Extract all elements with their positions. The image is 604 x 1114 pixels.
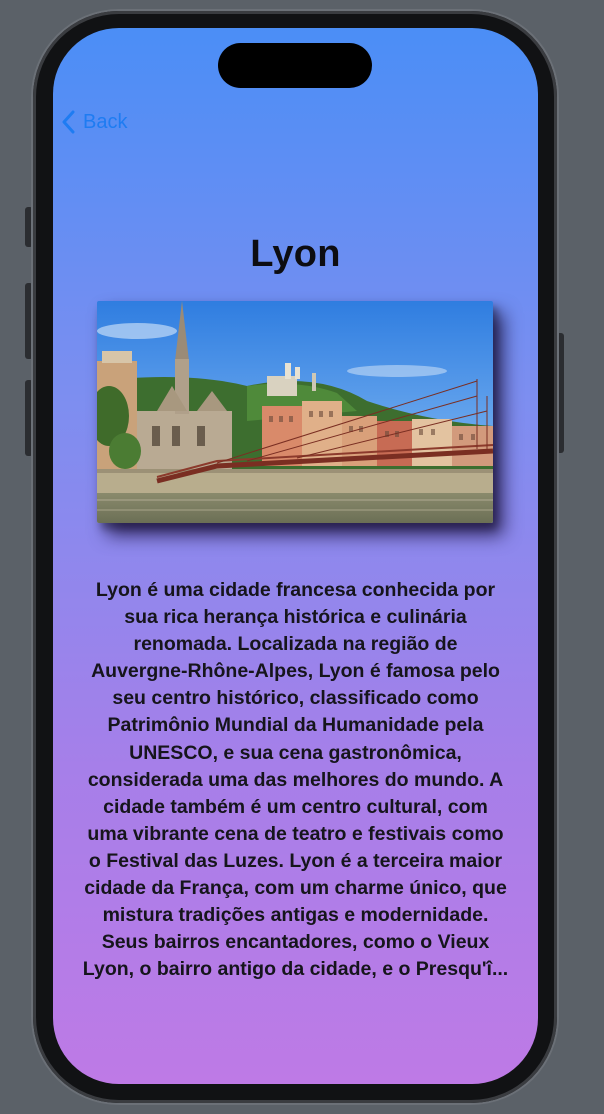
description-line: cidade também é um centro cultural, com bbox=[103, 795, 488, 818]
app-screen: Back Lyon Lyon é uma cidade francesa con… bbox=[53, 28, 538, 1084]
page-title: Lyon bbox=[250, 233, 341, 275]
mute-switch bbox=[25, 207, 33, 247]
city-photo bbox=[97, 301, 493, 523]
volume-up-button bbox=[25, 283, 33, 359]
dynamic-island bbox=[218, 43, 372, 88]
city-description: Lyon é uma cidade francesa conhecida por… bbox=[67, 577, 524, 983]
description-line: cidade da França, com um charme único, q… bbox=[84, 877, 507, 900]
description-line: mistura tradições antigas e modernidade. bbox=[102, 904, 489, 927]
description-line: seu centro histórico, classificado como bbox=[112, 687, 479, 710]
description-line: UNESCO, e sua cena gastronômica, bbox=[129, 741, 462, 764]
chevron-left-icon bbox=[61, 110, 75, 134]
description-line: considerada uma das melhores do mundo. A bbox=[87, 768, 504, 791]
description-line: Lyon, o bairro antigo da cidade, e o Pre… bbox=[82, 958, 509, 981]
description-line: o Festival das Luzes. Lyon é a terceira … bbox=[88, 849, 503, 872]
volume-down-button bbox=[25, 380, 33, 456]
description-line: uma vibrante cena de teatro e festivais … bbox=[87, 822, 504, 845]
description-line: sua rica herança histórica e culinária bbox=[124, 606, 467, 629]
back-label: Back bbox=[83, 110, 128, 133]
description-line: Patrimônio Mundial da Humanidade pela bbox=[107, 714, 484, 737]
power-button bbox=[556, 333, 564, 453]
device-mockup: Back Lyon Lyon é uma cidade francesa con… bbox=[0, 0, 604, 1114]
back-button[interactable]: Back bbox=[61, 110, 127, 134]
description-line: Auvergne-Rhône-Alpes, Lyon é famosa pelo bbox=[91, 660, 500, 683]
description-line: Seus bairros encantadores, como o Vieux bbox=[101, 931, 490, 954]
description-line: Lyon é uma cidade francesa conhecida por bbox=[95, 579, 496, 601]
description-line: renomada. Localizada na região de bbox=[133, 633, 458, 656]
